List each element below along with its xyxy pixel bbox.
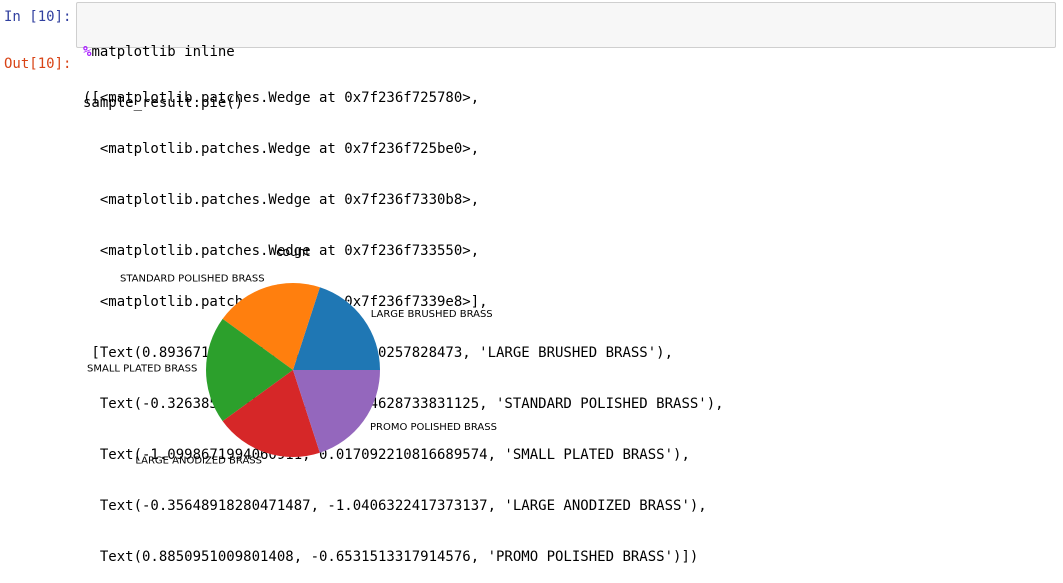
pie-label: LARGE ANODIZED BRASS	[135, 456, 262, 467]
output-prompt: Out[10]:	[4, 56, 72, 72]
pie-label: LARGE BRUSHED BRASS	[371, 309, 493, 320]
code-input-cell[interactable]: %matplotlib inline sample_result.pie()	[76, 2, 1056, 111]
pie-label: SMALL PLATED BRASS	[87, 364, 197, 375]
pie-label: STANDARD POLISHED BRASS	[120, 274, 265, 285]
pie-label: PROMO POLISHED BRASS	[370, 422, 497, 433]
pie-slices	[206, 283, 380, 457]
output-line: Text(-0.35648918280471487, -1.0406322417…	[83, 498, 707, 514]
output-line: <matplotlib.patches.Wedge at 0x7f236f725…	[83, 141, 480, 157]
output-line: <matplotlib.patches.Wedge at 0x7f236f733…	[83, 192, 480, 208]
chart-title: count	[276, 245, 310, 259]
pie-chart: count LARGE BRUSHED BRASS STANDARD POLISH…	[87, 245, 497, 467]
output-line: Text(0.8850951009801408, -0.653151331791…	[83, 549, 699, 565]
input-prompt: In [10]:	[4, 9, 72, 25]
output-line: ([<matplotlib.patches.Wedge at 0x7f236f7…	[83, 90, 480, 106]
